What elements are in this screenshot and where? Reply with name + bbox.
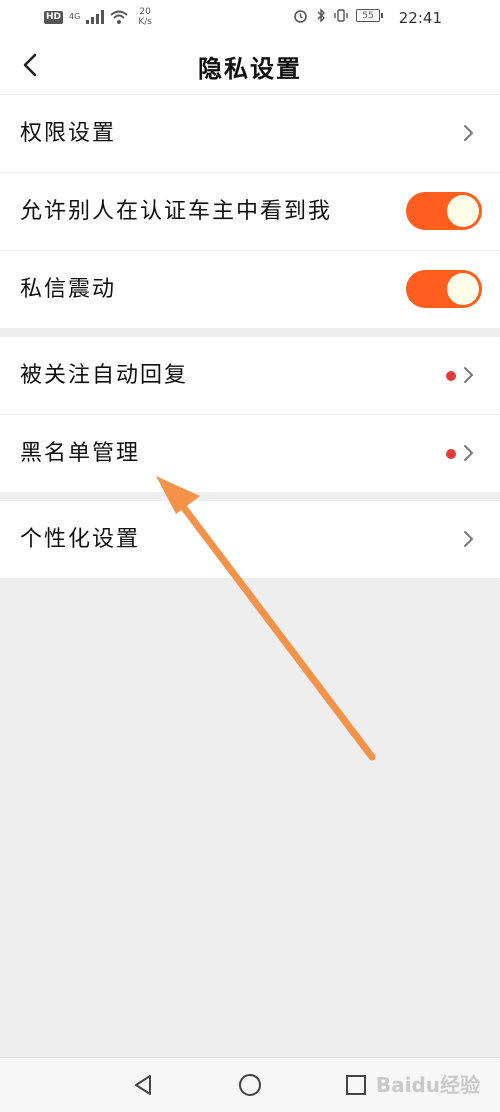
permission-settings-label: 权限设置 — [20, 121, 117, 146]
network-speed-unit: K/s — [138, 17, 152, 27]
alarm-icon — [294, 10, 307, 23]
red-dot-badge — [446, 449, 456, 459]
personalization-settings-row[interactable]: 个性化设置 — [0, 501, 500, 578]
hd-badge: HD — [44, 10, 64, 24]
visible-in-certified-owners-row: 允许别人在认证车主中看到我 — [0, 173, 500, 251]
auto-reply-on-follow-label: 被关注自动回复 — [20, 363, 189, 388]
toggle-knob — [447, 195, 479, 227]
message-vibration-row: 私信震动 — [0, 251, 500, 328]
chevron-right-icon — [464, 445, 474, 461]
page-title: 隐私设置 — [198, 55, 302, 83]
bluetooth-icon — [317, 8, 325, 23]
square-recent-icon[interactable] — [343, 1072, 369, 1098]
chevron-right-icon — [464, 125, 474, 141]
auto-reply-on-follow-row[interactable]: 被关注自动回复 — [0, 337, 500, 415]
network-type: 4G — [69, 13, 80, 21]
wifi-icon — [110, 10, 128, 24]
settings-group-2: 被关注自动回复 黑名单管理 — [0, 337, 500, 492]
battery-indicator: 55 — [356, 9, 383, 22]
settings-group-1: 权限设置 允许别人在认证车主中看到我 私信震动 — [0, 95, 500, 328]
personalization-settings-label: 个性化设置 — [20, 527, 141, 552]
chevron-right-icon — [464, 531, 474, 547]
triangle-back-icon[interactable] — [130, 1072, 156, 1098]
app-header: 隐私设置 — [0, 36, 500, 95]
battery-level: 55 — [362, 11, 374, 21]
network-speed: 20 K/s — [138, 7, 152, 27]
message-vibration-label: 私信震动 — [20, 277, 117, 302]
visible-in-certified-owners-toggle[interactable] — [406, 192, 482, 230]
circle-home-icon[interactable] — [237, 1072, 263, 1098]
status-bar: HD 4G 20 K/s 55 22:41 — [0, 0, 500, 36]
network-type-label: 4G — [69, 12, 81, 21]
blacklist-management-label: 黑名单管理 — [20, 441, 141, 466]
baidu-watermark: Baidu经验 — [375, 1073, 480, 1097]
red-dot-badge — [446, 371, 456, 381]
signal-icon — [86, 10, 105, 24]
network-speed-value: 20 — [139, 7, 151, 17]
blacklist-management-row[interactable]: 黑名单管理 — [0, 415, 500, 492]
permission-settings-row[interactable]: 权限设置 — [0, 95, 500, 173]
visible-in-certified-owners-label: 允许别人在认证车主中看到我 — [20, 199, 333, 224]
toggle-knob — [447, 273, 479, 305]
status-time: 22:41 — [398, 9, 442, 27]
message-vibration-toggle[interactable] — [406, 270, 482, 308]
status-right: 55 — [293, 8, 383, 23]
settings-group-3: 个性化设置 — [0, 501, 500, 578]
vibrate-icon — [334, 9, 348, 22]
chevron-right-icon — [464, 367, 474, 383]
status-left: HD 4G 20 K/s — [44, 7, 152, 27]
